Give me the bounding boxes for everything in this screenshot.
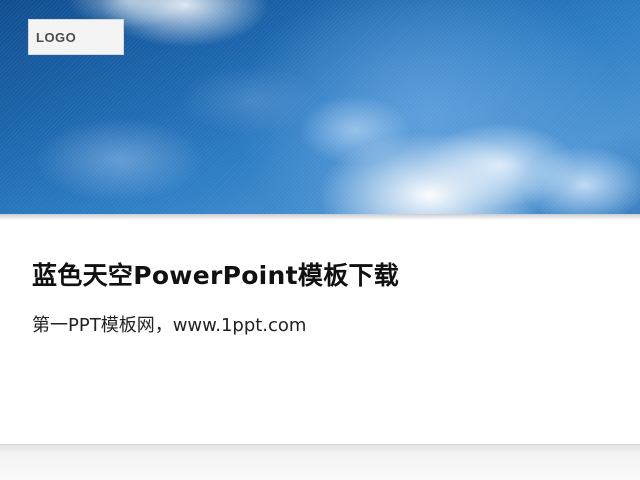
logo-text: LOGO [36, 29, 77, 45]
footer-bar [0, 444, 640, 480]
logo-placeholder: LOGO [28, 19, 124, 55]
banner-shadow [0, 214, 640, 220]
slide: LOGO 蓝色天空PowerPoint模板下载 第一PPT模板网，www.1pp… [0, 0, 640, 480]
slide-title[interactable]: 蓝色天空PowerPoint模板下载 [32, 256, 399, 292]
slide-subtitle[interactable]: 第一PPT模板网，www.1ppt.com [32, 311, 306, 337]
